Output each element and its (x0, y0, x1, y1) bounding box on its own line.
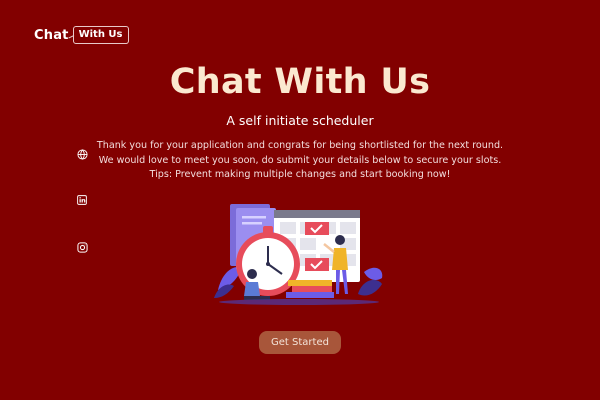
instagram-icon (76, 241, 88, 253)
logo[interactable]: Chat With Us (34, 26, 129, 44)
page-title: Chat With Us (169, 62, 431, 102)
scheduling-illustration (214, 204, 383, 305)
description-line-1: Thank you for your application and congr… (96, 140, 504, 151)
description: Thank you for your application and congr… (0, 139, 600, 183)
linkedin-icon (77, 195, 87, 205)
description-line-2: We would love to meet you soon, do submi… (98, 154, 502, 166)
landing-page: Chat With Us Chat With Us A self initiat… (0, 0, 600, 400)
linkedin-link[interactable] (75, 193, 89, 207)
logo-box-text: With Us (72, 26, 129, 44)
page-subtitle: A self initiate scheduler (226, 113, 374, 128)
description-line-3: Tips: Prevent making multiple changes an… (149, 169, 451, 180)
logo-text: Chat (34, 27, 69, 43)
instagram-link[interactable] (75, 240, 89, 254)
get-started-button[interactable]: Get Started (259, 331, 341, 354)
